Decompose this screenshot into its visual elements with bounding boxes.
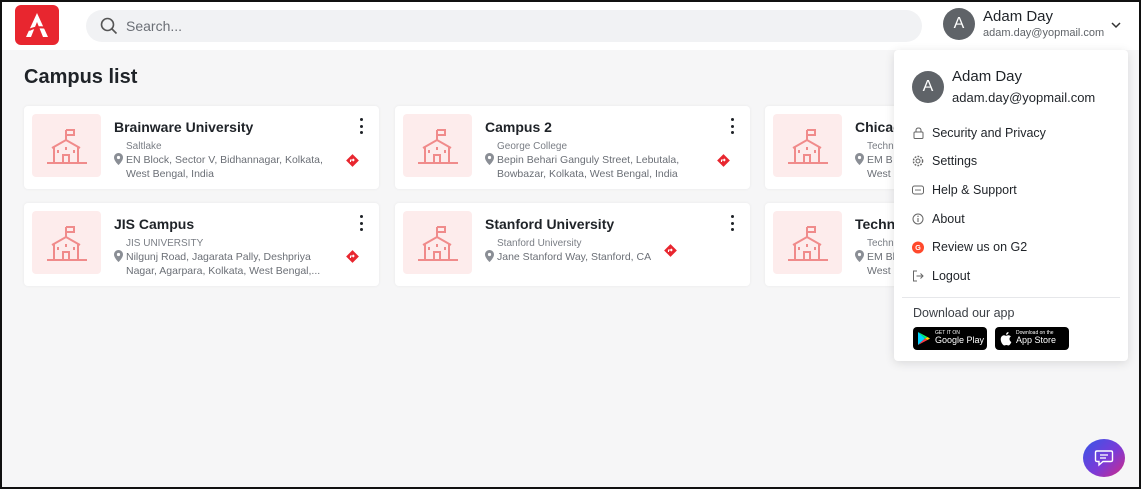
campus-address: Nilgunj Road, Jagarata Pally, Deshpriya … bbox=[126, 251, 321, 277]
menu-item-label: About bbox=[932, 212, 965, 226]
chat-icon bbox=[1094, 450, 1114, 467]
campus-subtitle: Techn bbox=[867, 141, 894, 152]
campus-subtitle: JIS UNIVERSITY bbox=[126, 238, 204, 249]
info-icon bbox=[912, 213, 924, 225]
location-pin-icon bbox=[114, 250, 123, 262]
building-icon bbox=[46, 225, 87, 261]
app-store-button[interactable]: Download on the App Store bbox=[995, 327, 1069, 350]
campus-name: Brainware University bbox=[114, 119, 254, 135]
campus-card[interactable]: Campus 2 George College Bepin Behari Gan… bbox=[395, 106, 750, 189]
logo-icon bbox=[26, 13, 48, 37]
building-icon bbox=[417, 128, 458, 164]
campus-name: Stanford University bbox=[485, 216, 615, 232]
user-name: Adam Day bbox=[983, 8, 1054, 25]
support-icon bbox=[912, 185, 924, 195]
campus-thumbnail bbox=[403, 114, 472, 177]
location-pin-icon bbox=[485, 250, 494, 262]
top-bar: A Adam Day adam.day@yopmail.com bbox=[2, 2, 1139, 50]
avatar: A bbox=[943, 8, 975, 40]
menu-item-settings[interactable]: Settings bbox=[912, 151, 1112, 171]
menu-item-label: Logout bbox=[932, 269, 971, 283]
g2-icon: G bbox=[912, 241, 924, 253]
campus-subtitle: Saltlake bbox=[126, 141, 162, 152]
campus-card[interactable]: Brainware University Saltlake EN Block, … bbox=[24, 106, 379, 189]
menu-item-label: Review us on G2 bbox=[932, 240, 1028, 254]
location-pin-icon bbox=[485, 153, 494, 165]
menu-divider bbox=[902, 297, 1120, 298]
lock-icon bbox=[913, 127, 923, 139]
campus-thumbnail bbox=[773, 211, 842, 274]
location-pin-icon bbox=[855, 250, 864, 262]
directions-icon[interactable] bbox=[346, 154, 359, 167]
google-play-button[interactable]: GET IT ON Google Play bbox=[913, 327, 987, 350]
campus-subtitle: George College bbox=[497, 141, 568, 152]
menu-item-about[interactable]: About bbox=[912, 209, 1112, 229]
menu-item-label: Settings bbox=[932, 154, 978, 168]
chat-support-button[interactable] bbox=[1083, 439, 1125, 477]
directions-icon[interactable] bbox=[717, 154, 730, 167]
campus-subtitle: Stanford University bbox=[497, 238, 582, 249]
campus-address: EN Block, Sector V, Bidhannagar, Kolkata… bbox=[126, 154, 323, 180]
menu-item-logout[interactable]: Logout bbox=[912, 266, 1112, 286]
app-logo[interactable] bbox=[15, 5, 59, 45]
directions-icon[interactable] bbox=[346, 250, 359, 263]
more-options-icon[interactable] bbox=[728, 118, 736, 134]
download-app-label: Download our app bbox=[913, 306, 1015, 320]
more-options-icon[interactable] bbox=[357, 118, 365, 134]
gear-icon bbox=[912, 155, 924, 167]
search-bar[interactable] bbox=[86, 10, 922, 42]
building-icon bbox=[787, 225, 828, 261]
menu-item-help[interactable]: Help & Support bbox=[912, 180, 1112, 200]
logout-icon bbox=[913, 270, 924, 282]
page-title: Campus list bbox=[24, 66, 138, 88]
search-icon bbox=[100, 17, 118, 35]
dropdown-user-email: adam.day@yopmail.com bbox=[952, 90, 1096, 105]
campus-subtitle: Techn bbox=[867, 238, 894, 249]
campus-thumbnail bbox=[32, 114, 101, 177]
more-options-icon[interactable] bbox=[728, 215, 736, 231]
campus-name: JIS Campus bbox=[114, 216, 195, 232]
location-pin-icon bbox=[114, 153, 123, 165]
campus-card[interactable]: Stanford University Stanford University … bbox=[395, 203, 750, 286]
campus-address: Bepin Behari Ganguly Street, Lebutala, B… bbox=[497, 154, 680, 180]
menu-item-label: Security and Privacy bbox=[932, 126, 1046, 140]
google-play-icon bbox=[918, 332, 930, 345]
chevron-down-icon[interactable] bbox=[1110, 19, 1122, 31]
building-icon bbox=[46, 128, 87, 164]
svg-text:G: G bbox=[915, 243, 921, 252]
app-store-bottom: App Store bbox=[1016, 335, 1057, 346]
campus-card[interactable]: JIS Campus JIS UNIVERSITY Nilgunj Road, … bbox=[24, 203, 379, 286]
dropdown-profile: A Adam Day adam.day@yopmail.com bbox=[912, 68, 1095, 105]
google-play-bottom: Google Play bbox=[935, 335, 985, 346]
menu-item-label: Help & Support bbox=[932, 183, 1017, 197]
location-pin-icon bbox=[855, 153, 864, 165]
directions-icon[interactable] bbox=[664, 244, 677, 257]
avatar: A bbox=[912, 70, 944, 103]
user-email: adam.day@yopmail.com bbox=[983, 27, 1105, 39]
building-icon bbox=[417, 225, 458, 261]
menu-item-review-g2[interactable]: G Review us on G2 bbox=[912, 237, 1112, 257]
user-dropdown-menu: A Adam Day adam.day@yopmail.com Security… bbox=[894, 50, 1128, 361]
campus-thumbnail bbox=[773, 114, 842, 177]
building-icon bbox=[787, 128, 828, 164]
user-menu-trigger[interactable]: A Adam Day adam.day@yopmail.com bbox=[943, 8, 1104, 40]
dropdown-user-name: Adam Day bbox=[952, 68, 1023, 85]
campus-thumbnail bbox=[403, 211, 472, 274]
menu-item-security[interactable]: Security and Privacy bbox=[912, 123, 1112, 143]
apple-icon bbox=[1000, 332, 1012, 346]
campus-name: Techn bbox=[855, 216, 896, 232]
campus-thumbnail bbox=[32, 211, 101, 274]
app-window: A Adam Day adam.day@yopmail.com Campus l… bbox=[0, 0, 1141, 489]
campus-name: Campus 2 bbox=[485, 119, 552, 135]
search-input[interactable] bbox=[126, 18, 826, 34]
more-options-icon[interactable] bbox=[357, 215, 365, 231]
